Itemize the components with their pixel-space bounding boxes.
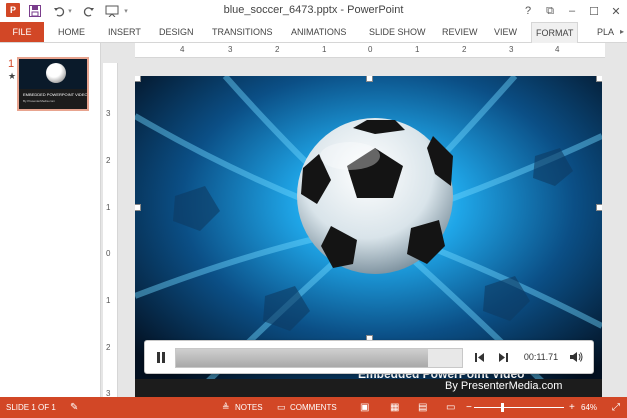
help-icon[interactable]: ? <box>517 0 539 22</box>
ruler-mark: 1 <box>415 45 420 54</box>
ruler-mark: 2 <box>462 45 467 54</box>
ruler-mark: 0 <box>368 45 373 54</box>
redo-icon[interactable] <box>82 3 96 19</box>
comments-icon[interactable]: ▭ <box>277 397 286 418</box>
reading-view-icon[interactable]: ▤ <box>418 397 427 418</box>
slide-number: 1 <box>8 58 15 70</box>
ruler-mark: 1 <box>106 296 111 305</box>
spelling-check-icon[interactable]: ✎ <box>70 397 78 418</box>
workspace: 1 ★ EMBEDDED POWERPOINT VIDEO By Present… <box>0 43 627 398</box>
thumbnail-pane: 1 ★ EMBEDDED POWERPOINT VIDEO By Present… <box>0 43 101 397</box>
slide-thumbnail[interactable]: EMBEDDED POWERPOINT VIDEO By PresenterMe… <box>17 57 89 111</box>
step-forward-icon[interactable] <box>496 349 510 365</box>
zoom-slider[interactable] <box>474 407 564 408</box>
maximize-icon[interactable]: ☐ <box>583 0 605 22</box>
tab-playback[interactable]: PLA <box>597 22 614 42</box>
thumbnail-subtitle: By PresenterMedia.com <box>23 99 56 103</box>
ruler-mark: 0 <box>106 249 111 258</box>
notes-icon[interactable]: ≜ <box>222 397 230 418</box>
thumbnail-ball-image <box>46 63 66 83</box>
tab-animations[interactable]: ANIMATIONS <box>291 22 346 42</box>
tab-insert[interactable]: INSERT <box>108 22 141 42</box>
tab-home[interactable]: HOME <box>58 22 85 42</box>
animation-star-icon: ★ <box>8 71 17 81</box>
undo-dropdown-icon[interactable]: ▾ <box>66 3 74 19</box>
window-controls: ? ⧉ – ☐ ✕ <box>517 0 627 22</box>
tab-transitions[interactable]: TRANSITIONS <box>212 22 273 42</box>
comments-button[interactable]: COMMENTS <box>290 397 337 418</box>
step-back-icon[interactable] <box>473 349 487 365</box>
selection-handle[interactable] <box>596 76 602 82</box>
slideshow-view-icon[interactable]: ▭ <box>446 397 455 418</box>
tab-view[interactable]: VIEW <box>494 22 517 42</box>
slide-subtitle[interactable]: By PresenterMedia.com <box>445 380 562 392</box>
ribbon-scroll-right-icon[interactable]: ▸ <box>617 22 627 42</box>
vertical-ruler: 3 2 1 0 1 2 3 <box>103 63 118 398</box>
ruler-mark: 1 <box>106 203 111 212</box>
status-bar: SLIDE 1 OF 1 ✎ ≜ NOTES ▭ COMMENTS ▣ ▦ ▤ … <box>0 397 627 418</box>
tab-slide-show[interactable]: SLIDE SHOW <box>369 22 426 42</box>
ruler-mark: 2 <box>275 45 280 54</box>
minimize-icon[interactable]: – <box>561 0 583 22</box>
close-icon[interactable]: ✕ <box>605 0 627 22</box>
ribbon-display-icon[interactable]: ⧉ <box>539 0 561 22</box>
customize-toolbar-icon[interactable]: ▾ <box>122 3 130 19</box>
pause-icon[interactable] <box>153 349 169 365</box>
selection-handle[interactable] <box>366 76 373 82</box>
ruler-mark: 4 <box>555 45 560 54</box>
thumbnail-title: EMBEDDED POWERPOINT VIDEO <box>23 92 88 97</box>
title-bar: P ▾ ▾ blue_soccer_6473.pptx - PowerPoint… <box>0 0 627 22</box>
media-controls: 00:11.71 <box>144 340 594 374</box>
slide-sorter-icon[interactable]: ▦ <box>390 397 399 418</box>
normal-view-icon[interactable]: ▣ <box>360 397 369 418</box>
notes-button[interactable]: NOTES <box>235 397 263 418</box>
tab-file[interactable]: FILE <box>0 22 44 42</box>
slide-count: SLIDE 1 OF 1 <box>6 403 56 412</box>
ruler-mark: 4 <box>180 45 185 54</box>
seek-bar-progress <box>176 349 428 367</box>
zoom-slider-thumb[interactable] <box>501 403 504 412</box>
ribbon-tabs: FILE HOME INSERT DESIGN TRANSITIONS ANIM… <box>0 22 627 43</box>
tab-review[interactable]: REVIEW <box>442 22 478 42</box>
save-icon[interactable] <box>28 3 42 19</box>
ruler-mark: 3 <box>106 109 111 118</box>
volume-icon[interactable] <box>569 349 583 365</box>
fit-to-window-icon[interactable]: ⤢ <box>612 397 620 418</box>
ruler-mark: 3 <box>509 45 514 54</box>
start-slideshow-icon[interactable] <box>104 3 120 19</box>
tab-format[interactable]: FORMAT <box>531 22 579 43</box>
selection-handle[interactable] <box>135 204 141 211</box>
ruler-mark: 2 <box>106 343 111 352</box>
selection-handle[interactable] <box>135 76 141 82</box>
powerpoint-icon[interactable]: P <box>6 3 20 17</box>
ruler-mark: 2 <box>106 156 111 165</box>
ruler-mark: 1 <box>322 45 327 54</box>
selection-handle[interactable] <box>596 204 602 211</box>
playback-time: 00:11.71 <box>523 352 559 362</box>
seek-bar[interactable] <box>175 348 463 368</box>
zoom-out-button[interactable]: − <box>466 397 472 418</box>
zoom-level[interactable]: 64% <box>581 397 597 418</box>
horizontal-ruler: 4 3 2 1 0 1 2 3 4 <box>135 43 605 58</box>
undo-icon[interactable] <box>52 3 66 19</box>
zoom-in-button[interactable]: + <box>569 397 575 418</box>
tab-design[interactable]: DESIGN <box>159 22 194 42</box>
ruler-mark: 3 <box>228 45 233 54</box>
